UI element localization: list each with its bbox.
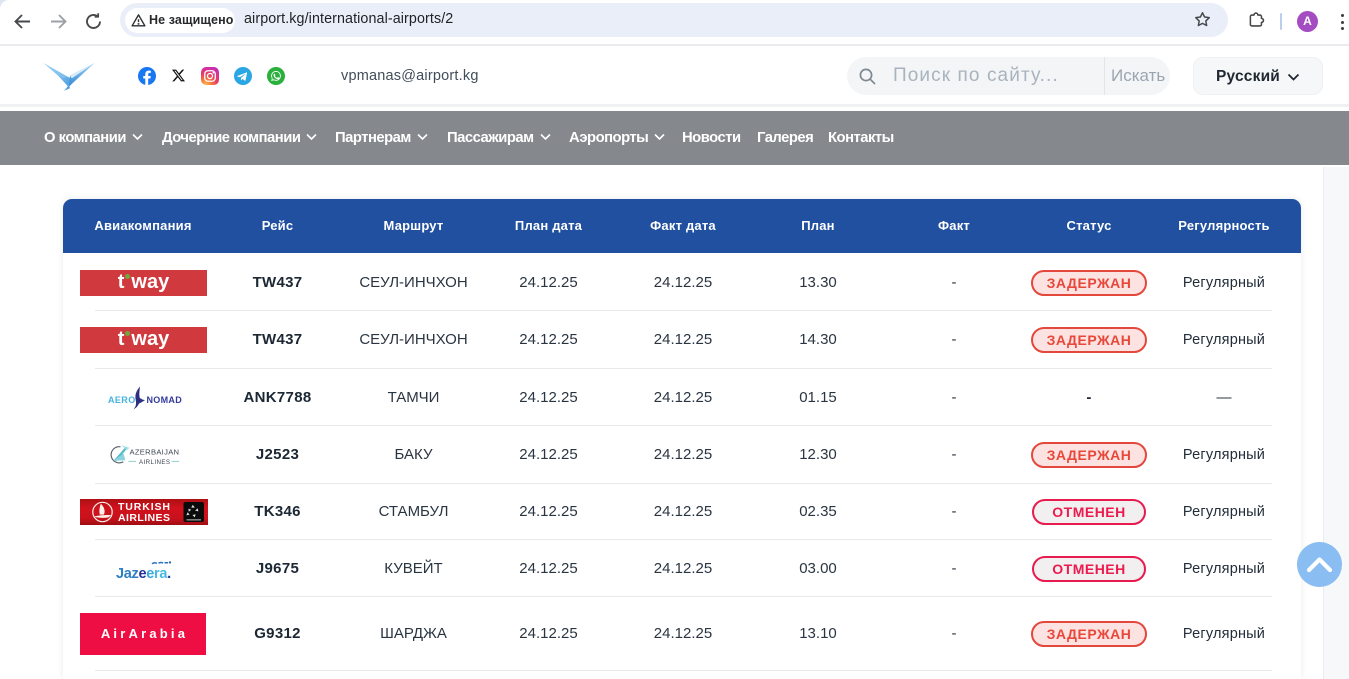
svg-text:NOMAD: NOMAD	[147, 395, 183, 405]
svg-text:AZERBAIJAN: AZERBAIJAN	[130, 448, 180, 457]
svg-text:Jazeera.: Jazeera.	[116, 566, 171, 581]
svg-text:AIRLINES: AIRLINES	[118, 512, 170, 524]
svg-text:AIRLINES: AIRLINES	[139, 459, 170, 466]
svg-text:AERO: AERO	[108, 395, 136, 405]
